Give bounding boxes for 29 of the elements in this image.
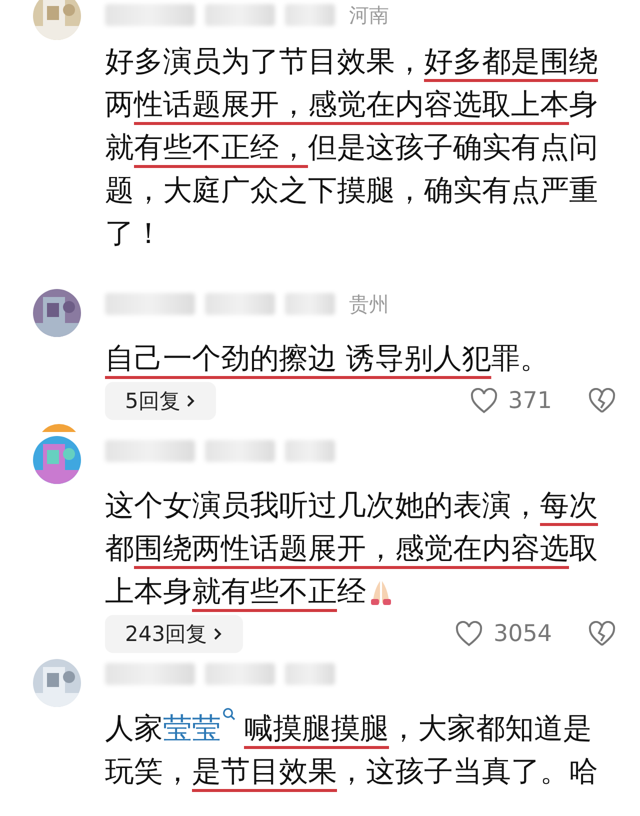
broken-heart-icon[interactable] (588, 621, 616, 647)
location-label: 河南 (349, 2, 389, 28)
comment-text: 了！ (105, 215, 164, 252)
chevron-icon (213, 627, 224, 641)
comment-text: 自己一个劲的擦边 诱导别人犯罪。 (105, 340, 550, 377)
comment-text: 经 (337, 573, 366, 610)
heart-icon[interactable] (455, 621, 484, 647)
broken-heart-icon[interactable] (588, 388, 616, 414)
heart-icon[interactable] (470, 388, 498, 414)
replies-button[interactable]: 5回复 (105, 382, 216, 420)
comment-text: 上本身 (105, 573, 192, 610)
comment-text: 人家 (105, 710, 163, 747)
like-count: 371 (508, 388, 552, 414)
comment-text: ，大家都知道是 (389, 710, 592, 747)
replies-button[interactable]: 243回复 (105, 615, 244, 653)
comment-text: 就有些不正 (192, 573, 337, 610)
comment-text: 这个女演员我听过几次她的表演，每次 (105, 487, 599, 524)
mention-link[interactable]: 莹莹 (163, 707, 236, 750)
comment-text: 玩笑，是节目效果，这孩子当真了。哈 (105, 753, 599, 790)
comment-text: 都围绕两性话题展开，感觉在内容选取 (105, 530, 599, 567)
comment-text: 两性话题展开，感觉在内容选取上本身 (105, 86, 599, 123)
comment-text: 好多演员为了节目效果，好多都是围绕 (105, 43, 599, 80)
comment-text: 就有些不正经，但是这孩子确实有点问 (105, 129, 599, 166)
comment-text: 喊摸腿摸腿 (244, 710, 389, 747)
comment-text: 题，大庭广众之下摸腿，确实有点严重 (105, 172, 599, 209)
search-icon (222, 707, 236, 723)
location-label: 贵州 (349, 290, 389, 318)
chevron-icon (186, 394, 196, 408)
like-count: 3054 (493, 621, 552, 647)
